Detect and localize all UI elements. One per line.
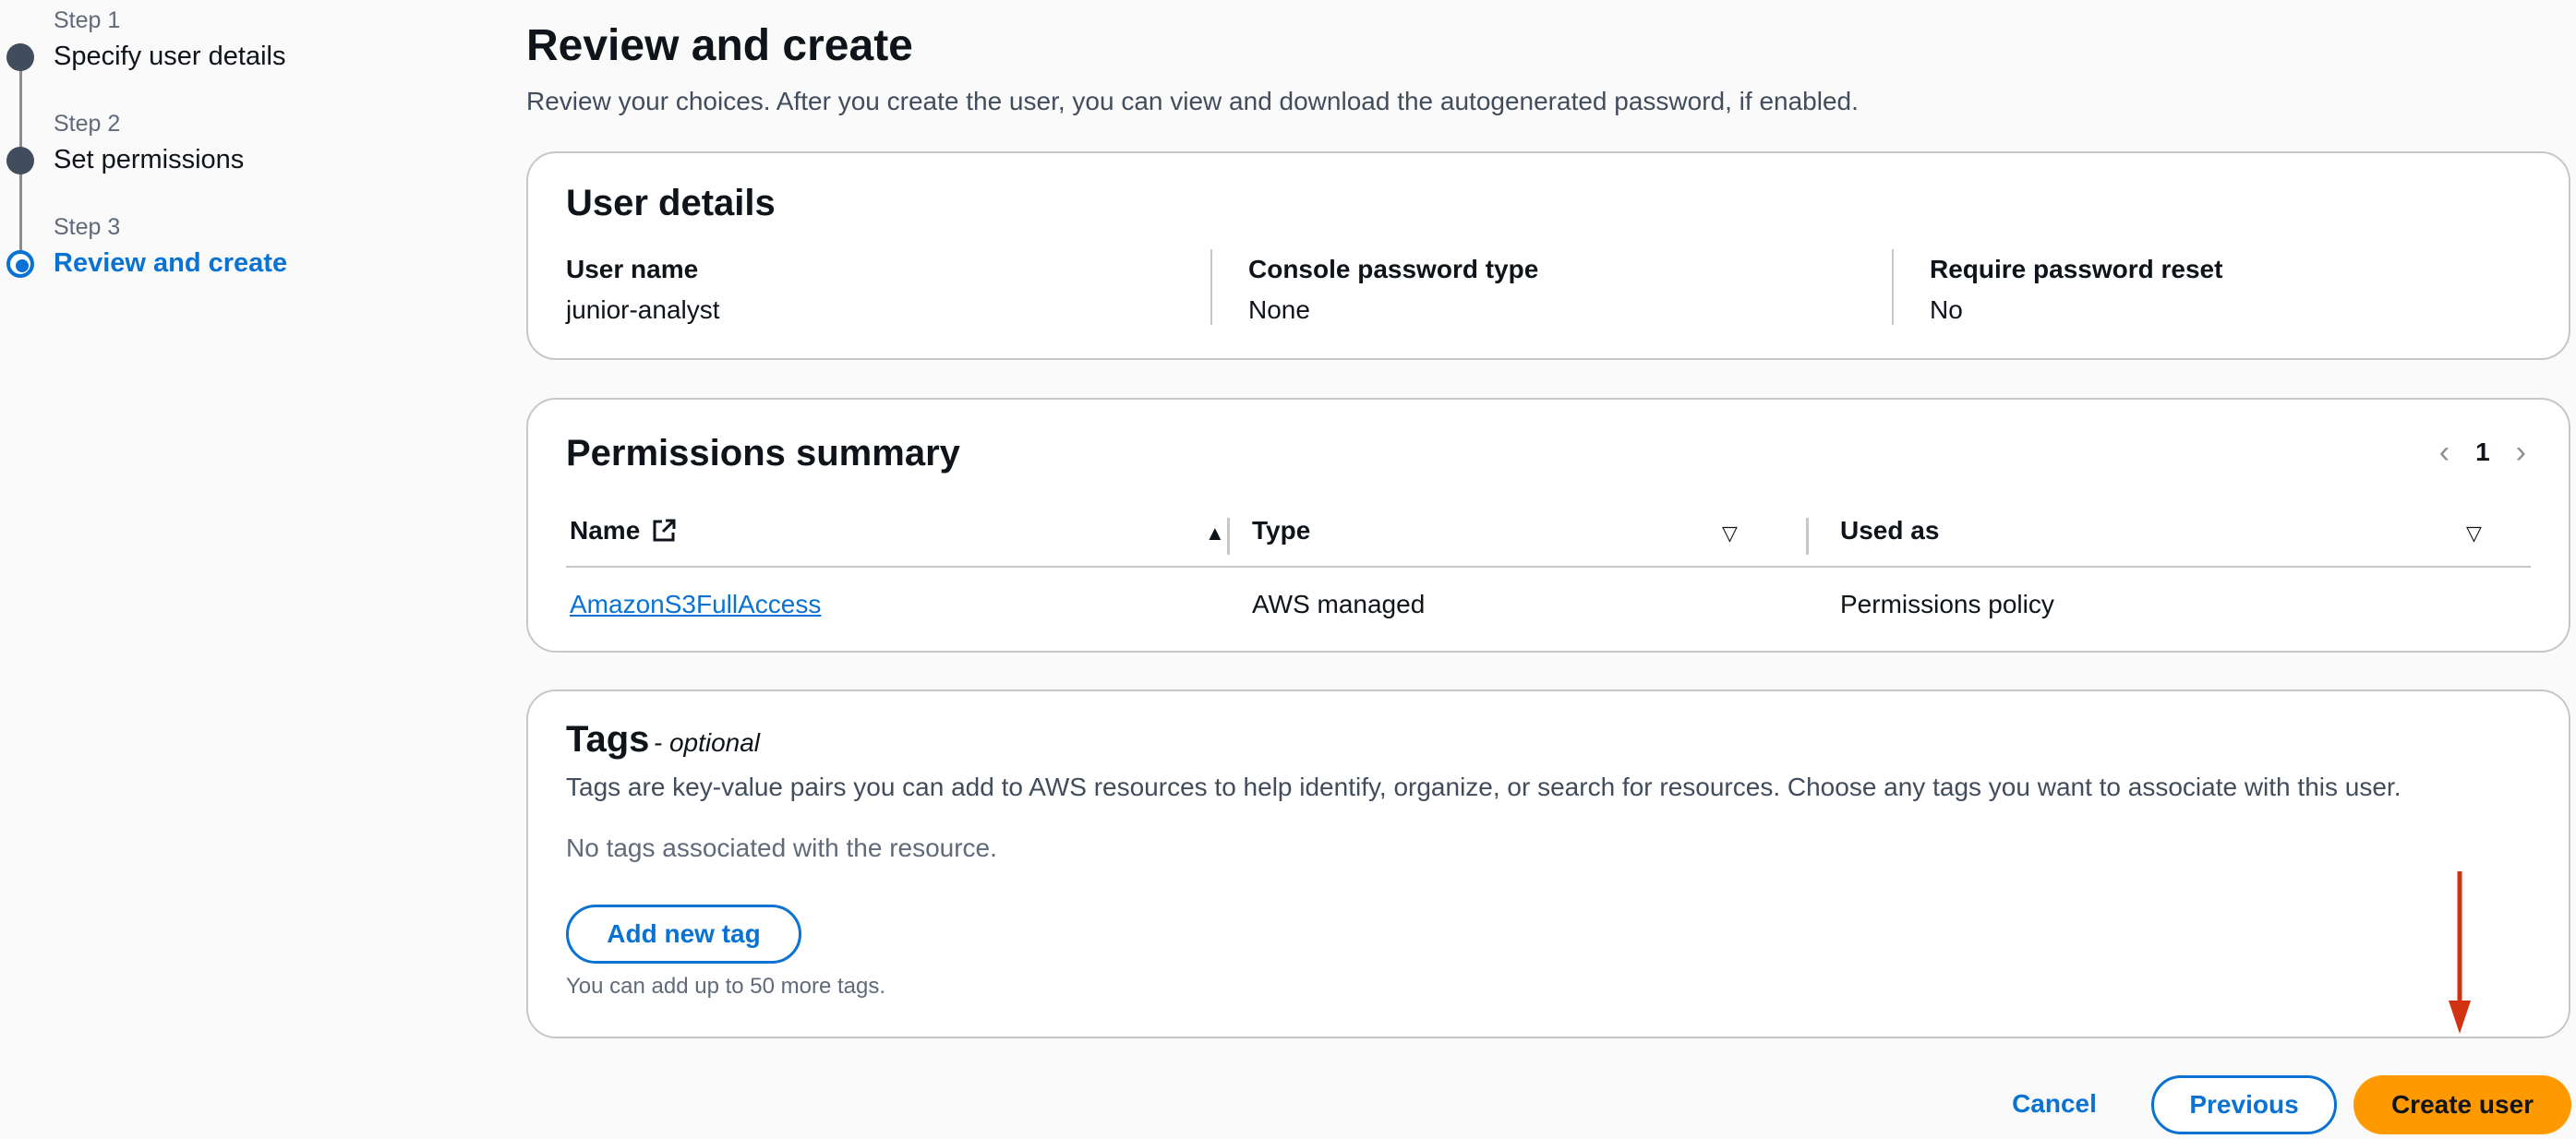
step-2-number: Step 2: [54, 111, 121, 137]
page-description: Review your choices. After you create th…: [526, 87, 1859, 115]
sort-descending-icon[interactable]: ▽: [2466, 522, 2482, 546]
user-details-title: User details: [566, 183, 776, 223]
create-user-button[interactable]: Create user: [2353, 1075, 2571, 1134]
step-connector: [19, 57, 22, 150]
step-1-dot: [6, 43, 34, 71]
cancel-button[interactable]: Cancel: [2004, 1085, 2105, 1122]
user-name-field: User name junior-analyst: [566, 255, 720, 325]
require-password-reset-label: Require password reset: [1930, 255, 2223, 283]
policy-name-link[interactable]: AmazonS3FullAccess: [570, 590, 821, 619]
console-password-type-field: Console password type None: [1248, 255, 1538, 325]
chevron-right-icon[interactable]: ›: [2516, 437, 2526, 468]
chevron-left-icon[interactable]: ‹: [2439, 437, 2450, 468]
pagination: ‹ 1 ›: [2439, 437, 2526, 468]
previous-button[interactable]: Previous: [2151, 1075, 2337, 1134]
tags-limit-hint: You can add up to 50 more tags.: [566, 974, 886, 999]
user-name-label: User name: [566, 255, 699, 283]
tags-description: Tags are key-value pairs you can add to …: [566, 773, 2401, 801]
column-divider: [1892, 249, 1894, 325]
column-resizer[interactable]: [1806, 518, 1809, 555]
table-header-row: Name ▲ Type ▽ Used as ▽: [566, 509, 2531, 568]
add-new-tag-button[interactable]: Add new tag: [566, 905, 801, 964]
user-name-value: junior-analyst: [566, 295, 720, 324]
column-header-name-label: Name: [570, 516, 641, 545]
step-2-dot: [6, 147, 34, 174]
console-password-type-value: None: [1248, 295, 1310, 324]
step-connector: [19, 161, 22, 253]
tags-card: Tags - optional Tags are key-value pairs…: [526, 689, 2570, 1038]
column-header-used-as[interactable]: Used as: [1840, 516, 1939, 546]
permissions-summary-card: Permissions summary ‹ 1 › Name ▲ Type ▽ …: [526, 398, 2570, 653]
require-password-reset-value: No: [1930, 295, 1963, 324]
step-2-title[interactable]: Set permissions: [54, 145, 244, 175]
current-page-number[interactable]: 1: [2475, 438, 2490, 467]
step-1-title[interactable]: Specify user details: [54, 42, 285, 72]
policy-type-cell: AWS managed: [1252, 590, 1426, 618]
column-header-type-label: Type: [1252, 516, 1311, 545]
column-header-name[interactable]: Name: [570, 516, 677, 546]
user-details-card: User details User name junior-analyst Co…: [526, 151, 2570, 360]
column-divider: [1210, 249, 1212, 325]
tags-optional-label: - optional: [653, 728, 761, 757]
permissions-summary-title: Permissions summary: [566, 433, 960, 474]
console-password-type-label: Console password type: [1248, 255, 1539, 283]
step-1-number: Step 1: [54, 7, 121, 33]
tags-title: Tags - optional: [566, 719, 760, 761]
step-3-title: Review and create: [54, 248, 288, 278]
policy-used-as-cell: Permissions policy: [1840, 590, 2054, 618]
tags-heading: Tags: [566, 719, 650, 760]
require-password-reset-field: Require password reset No: [1930, 255, 2222, 325]
column-header-type[interactable]: Type: [1252, 516, 1310, 546]
column-resizer[interactable]: [1227, 518, 1230, 555]
wizard-stepper: Step 1 Specify user details Step 2 Set p…: [0, 0, 480, 305]
step-3-number: Step 3: [54, 214, 121, 240]
sort-descending-icon[interactable]: ▽: [1722, 522, 1738, 546]
column-header-used-as-label: Used as: [1840, 516, 1940, 545]
page-title: Review and create: [526, 21, 913, 70]
red-arrow-annotation: [2449, 871, 2471, 1034]
tags-empty-state: No tags associated with the resource.: [566, 833, 997, 862]
sort-ascending-icon[interactable]: ▲: [1205, 522, 1225, 546]
step-3-dot: [6, 250, 34, 278]
external-link-icon: [653, 519, 676, 542]
